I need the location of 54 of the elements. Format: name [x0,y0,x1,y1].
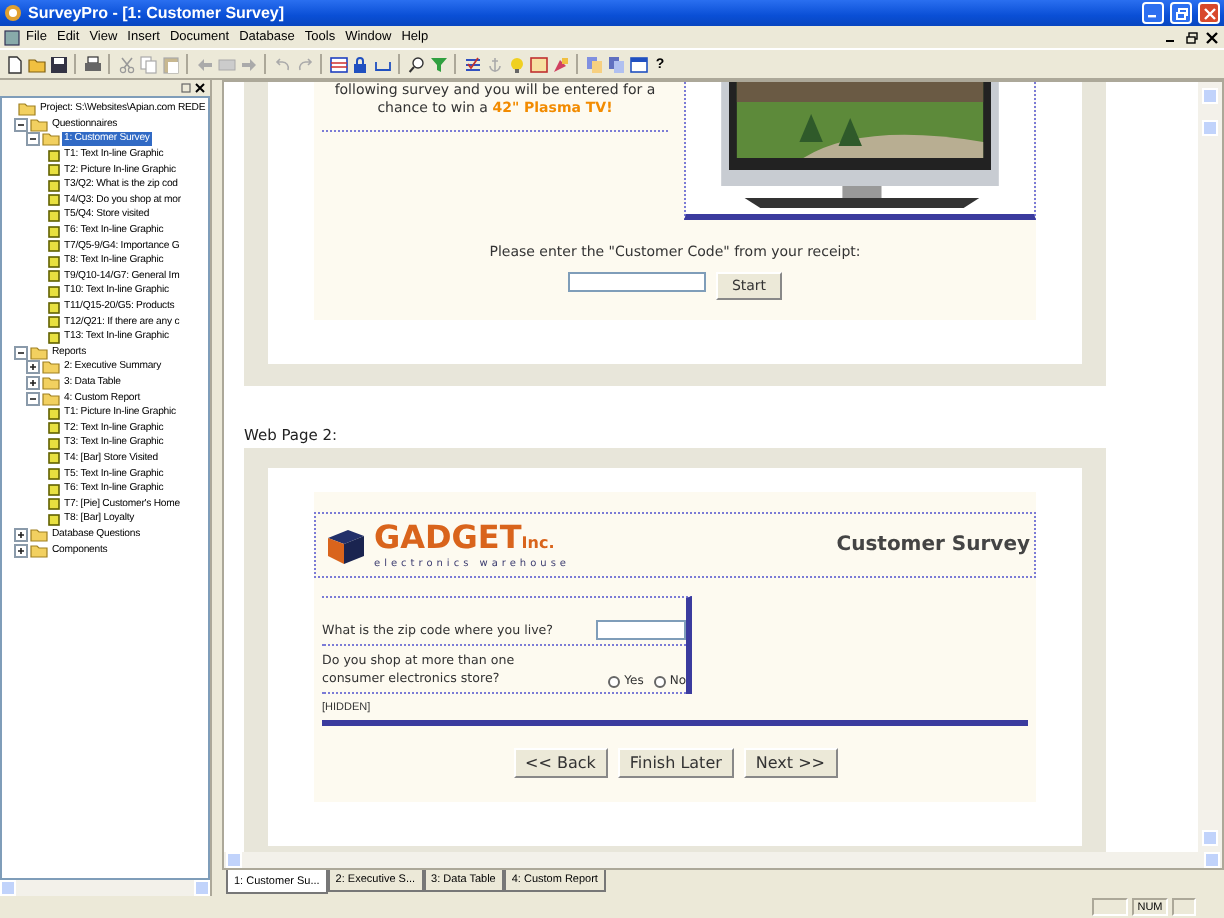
window-title: SurveyPro - [1: Customer Survey] [28,4,287,22]
arrow-left-icon [195,55,213,73]
toolbar-button[interactable] [406,53,426,75]
window-icon [629,55,647,73]
close-icon[interactable] [194,82,206,94]
table-icon [329,55,347,73]
expand-icon[interactable] [14,543,28,558]
arrow-right-icon [239,55,257,73]
undo-icon [273,55,291,73]
lock-icon [351,55,369,73]
toolbar-button[interactable] [350,53,370,75]
toolbar-button[interactable] [82,53,102,75]
page-icon [529,55,547,73]
magnifier-icon [407,55,425,73]
collapse-icon[interactable] [14,117,28,132]
close-button[interactable] [1202,28,1220,46]
expand-icon[interactable] [26,375,40,390]
toolbar-button[interactable] [328,53,348,75]
scroll-thumb[interactable] [1202,120,1218,136]
collapse-icon[interactable] [26,132,40,147]
customer-code-field[interactable] [567,272,706,292]
funnel-icon [429,55,447,73]
anchor-icon [485,55,503,73]
app-icon [4,4,22,22]
nav-button[interactable]: Finish Later [617,748,734,778]
brand-name: GADGETInc. [374,521,557,557]
restore-button[interactable] [1182,28,1200,46]
checklist-icon [463,55,481,73]
close-icon [1205,31,1217,43]
close-icon [1203,7,1215,19]
expand-icon[interactable] [26,360,40,375]
clipboard-icon [161,55,179,73]
nav-button[interactable]: Next >> [743,748,837,778]
pages-icon [585,55,603,73]
lightbulb-icon [507,55,525,73]
toolbar-button[interactable] [462,53,482,75]
redo-icon [295,55,313,73]
expand-icon[interactable] [14,527,28,542]
copy-icon [139,55,157,73]
status-panel [1092,898,1128,916]
survey-title: Customer Survey [836,534,1030,556]
toolbar-button[interactable] [48,53,68,75]
printer-icon [83,55,101,73]
toolbar-button[interactable] [4,53,24,75]
answer-field[interactable] [596,620,686,640]
toolbar-button[interactable] [628,53,648,75]
collapse-icon[interactable] [14,345,28,360]
copy-page-icon [607,55,625,73]
nav-button[interactable]: << Back [513,748,608,778]
collapse-icon[interactable] [26,391,40,406]
scissors-icon [117,55,135,73]
folder-icon [27,55,45,73]
cube-icon [324,525,368,565]
status-panel [1172,898,1196,916]
